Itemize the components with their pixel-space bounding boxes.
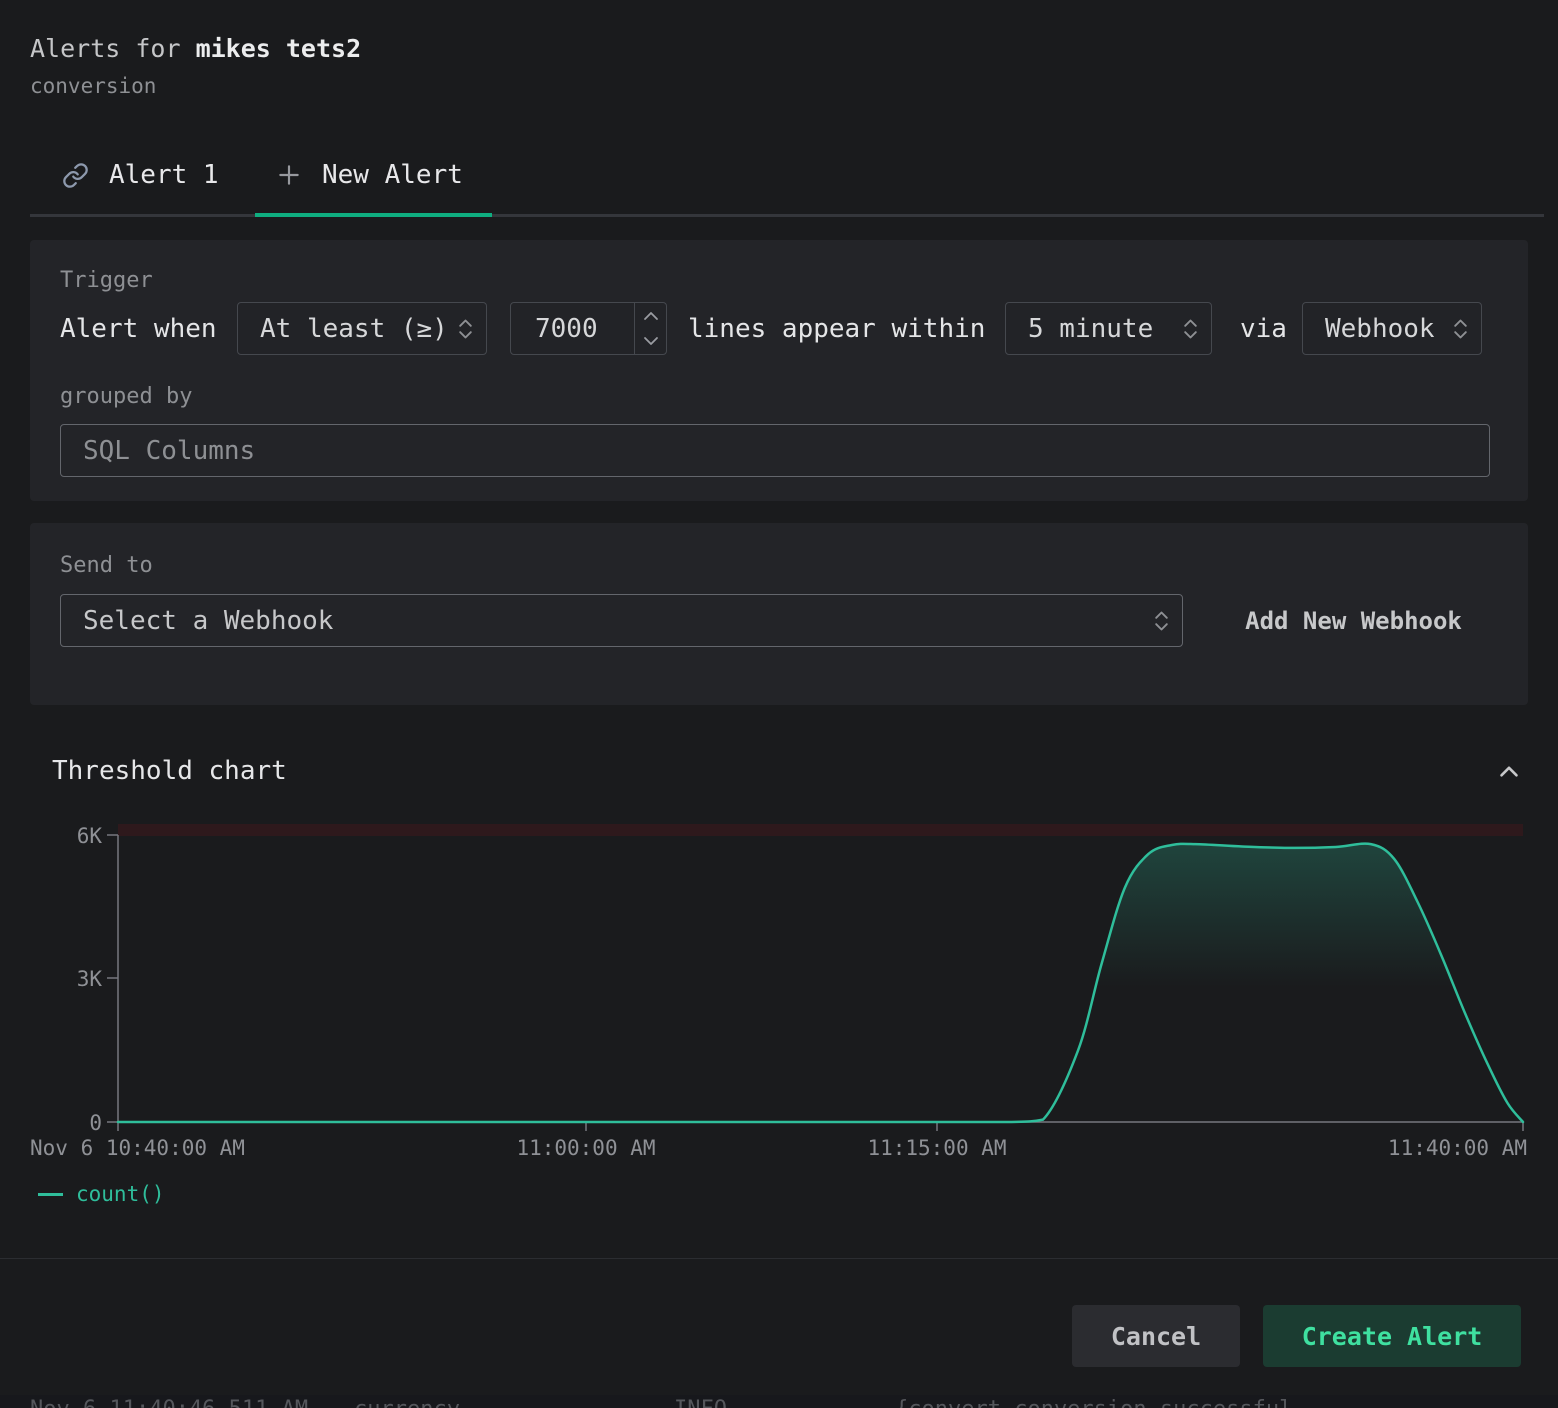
tab-alert-1[interactable]: Alert 1 <box>62 152 219 198</box>
log-message: {convert conversion successful <box>895 1397 1292 1408</box>
x-tick-label: 11:00:00 AM <box>516 1136 655 1160</box>
page-title: Alerts for mikes tets2 <box>30 34 361 63</box>
trigger-via-text: via <box>1240 314 1287 344</box>
log-level: INFO <box>674 1397 727 1408</box>
threshold-input-group <box>510 302 667 355</box>
updown-chevron-icon <box>1452 317 1469 341</box>
updown-chevron-icon <box>1182 317 1199 341</box>
page-title-prefix: Alerts for <box>30 34 196 63</box>
cancel-button[interactable]: Cancel <box>1072 1305 1240 1367</box>
x-tick-label: 11:15:00 AM <box>867 1136 1006 1160</box>
grouped-by-input[interactable] <box>60 424 1490 477</box>
threshold-band <box>118 824 1523 836</box>
condition-select-value: At least (≥) <box>260 314 448 344</box>
updown-chevron-icon <box>1153 609 1170 633</box>
page-subtitle: conversion <box>30 74 156 98</box>
x-tick-label: 11:40:00 AM <box>1388 1136 1527 1160</box>
updown-chevron-icon <box>457 317 474 341</box>
x-tick-label: Nov 6 10:40:00 AM <box>30 1136 245 1160</box>
plus-icon <box>276 162 302 188</box>
send-to-label: Send to <box>60 553 153 578</box>
webhook-select[interactable]: Select a Webhook <box>60 594 1183 647</box>
y-tick-label: 0 <box>89 1111 102 1135</box>
trigger-section-label: Trigger <box>60 268 153 293</box>
send-to-panel: Send to Select a Webhook Add New Webhook <box>30 523 1528 705</box>
threshold-input[interactable] <box>511 303 634 354</box>
add-new-webhook-button[interactable]: Add New Webhook <box>1227 594 1480 647</box>
trigger-middle-text: lines appear within <box>688 314 985 344</box>
tab-new-alert-label: New Alert <box>322 160 463 190</box>
log-timestamp: Nov 6 11:40:46.511 AM <box>30 1397 308 1408</box>
tab-new-alert[interactable]: New Alert <box>276 152 463 198</box>
legend-label: count() <box>76 1182 165 1206</box>
chevron-up-icon[interactable] <box>1494 756 1524 790</box>
tab-underline-active <box>255 213 492 217</box>
condition-select[interactable]: At least (≥) <box>237 302 487 355</box>
trigger-prefix-text: Alert when <box>60 314 217 344</box>
background-log-row: Nov 6 11:40:46.511 AM currency INFO {con… <box>0 1395 1558 1408</box>
page-title-name: mikes tets2 <box>196 34 362 63</box>
threshold-chart: 6K 3K 0 Nov 6 10:40:00 AM 11:00:00 AM 11… <box>30 812 1530 1172</box>
chart-legend: count() <box>38 1182 165 1206</box>
channel-select[interactable]: Webhook <box>1302 302 1482 355</box>
trigger-panel: Trigger Alert when At least (≥) lines ap… <box>30 240 1528 501</box>
threshold-chart-title: Threshold chart <box>52 756 287 786</box>
grouped-by-label: grouped by <box>60 384 192 409</box>
stepper-up-icon[interactable] <box>635 303 666 329</box>
create-alert-button[interactable]: Create Alert <box>1263 1305 1521 1367</box>
threshold-stepper <box>634 303 666 354</box>
y-tick-label: 3K <box>77 967 103 991</box>
channel-select-value: Webhook <box>1325 314 1435 344</box>
tab-alert-1-label: Alert 1 <box>109 160 219 190</box>
series-area <box>118 844 1523 1122</box>
webhook-select-value: Select a Webhook <box>83 606 333 636</box>
log-service: currency <box>354 1397 460 1408</box>
footer-divider <box>0 1258 1558 1259</box>
window-select-value: 5 minute <box>1028 314 1153 344</box>
legend-line-swatch <box>38 1193 63 1196</box>
window-select[interactable]: 5 minute <box>1005 302 1212 355</box>
stepper-down-icon[interactable] <box>635 329 666 355</box>
y-tick-label: 6K <box>77 824 103 848</box>
link-icon <box>62 162 89 189</box>
